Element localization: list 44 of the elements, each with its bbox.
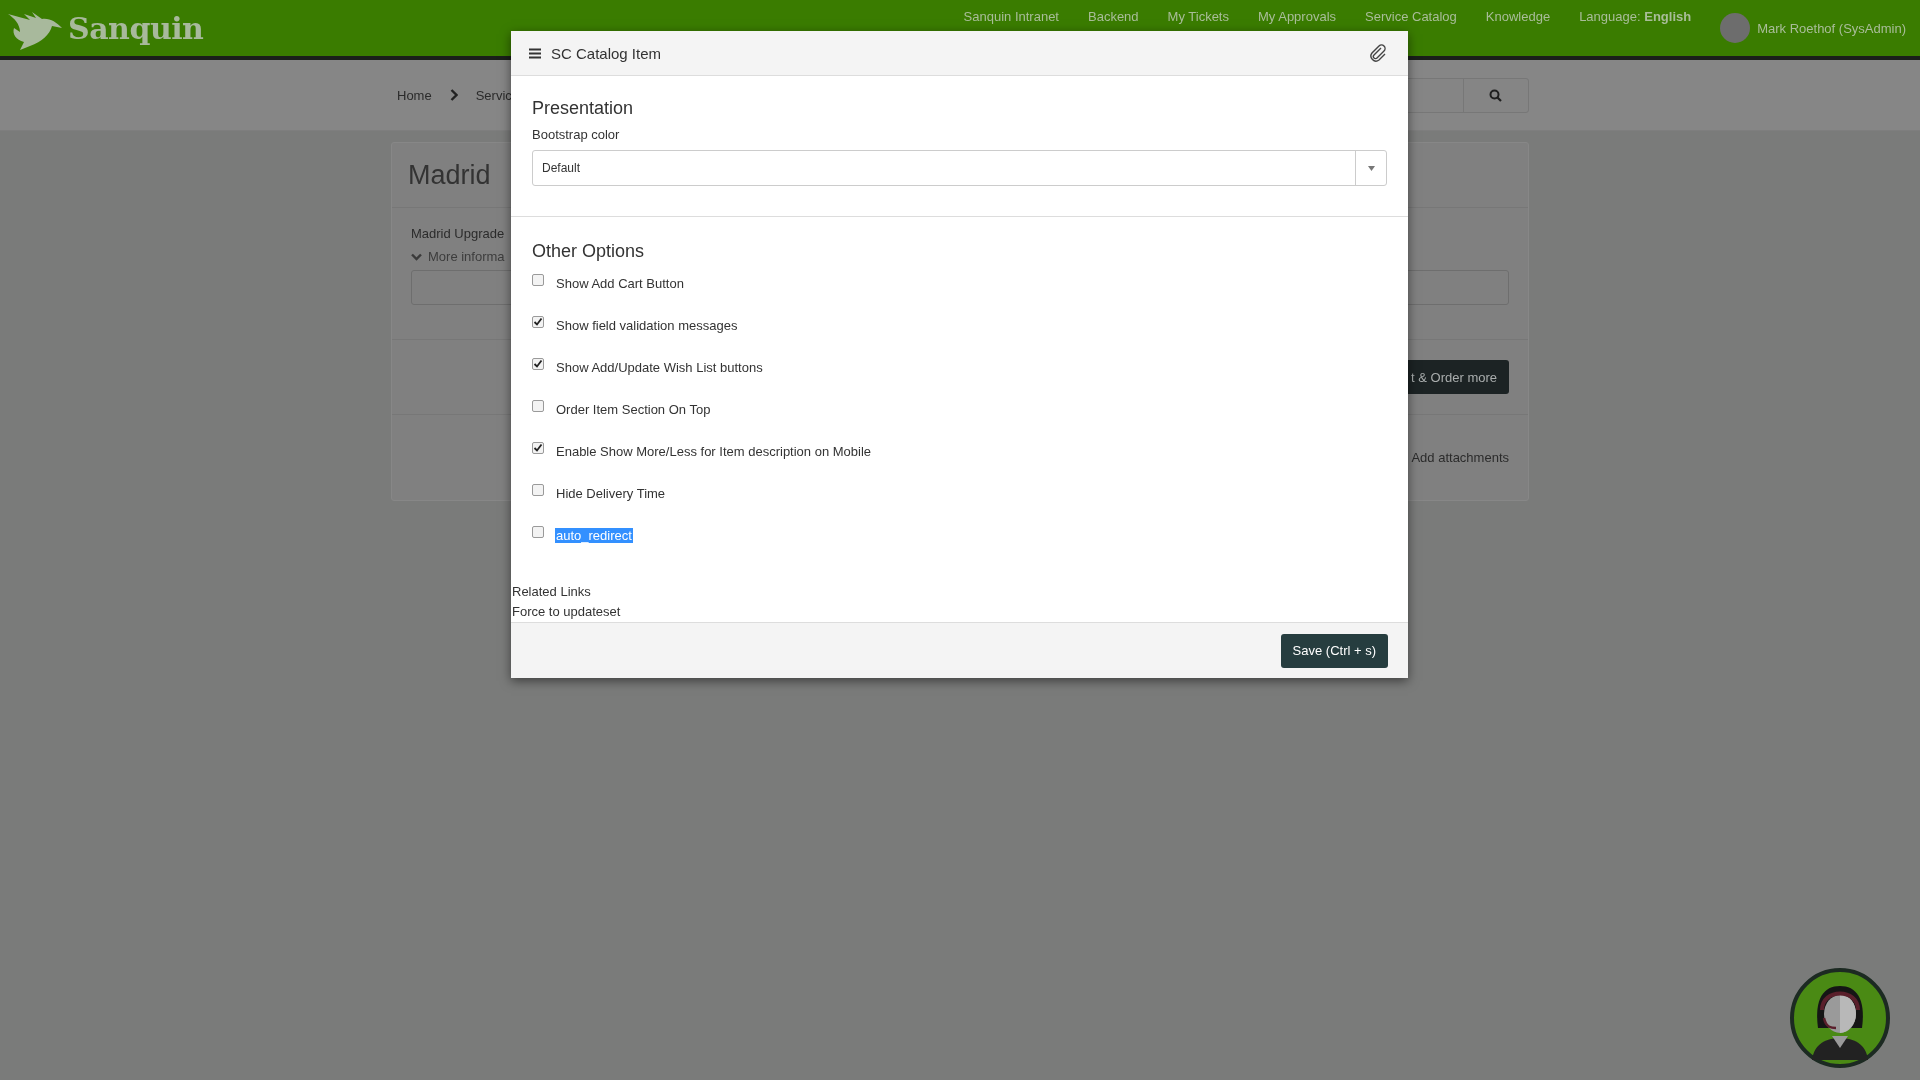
breadcrumb-link[interactable]: Home bbox=[397, 87, 432, 103]
option-label: auto_redirect bbox=[555, 527, 633, 543]
checkbox[interactable] bbox=[532, 526, 544, 538]
item-description: Madrid Upgrade bbox=[411, 226, 506, 241]
chevron-right-icon bbox=[449, 89, 458, 101]
option-label: Show Add/Update Wish List buttons bbox=[555, 359, 764, 375]
related-link[interactable]: Force to updateset bbox=[512, 602, 1407, 622]
nav-link[interactable]: Knowledge bbox=[1485, 0, 1551, 24]
menu-icon[interactable] bbox=[529, 47, 541, 59]
checkbox[interactable] bbox=[532, 316, 544, 328]
bootstrap-color-select[interactable]: Default bbox=[532, 150, 1387, 186]
option-label: Enable Show More/Less for Item description on Mobile bbox=[555, 443, 873, 459]
save-button[interactable]: Save (Ctrl + s) bbox=[1280, 633, 1388, 668]
checkbox[interactable] bbox=[532, 400, 544, 412]
item-title: Madrid bbox=[408, 159, 491, 191]
nav-link[interactable]: Language: English bbox=[1579, 0, 1692, 24]
related-links-heading: Related Links bbox=[512, 583, 592, 601]
modal-title: SC Catalog Item bbox=[551, 44, 663, 62]
checkbox[interactable] bbox=[532, 484, 544, 496]
checkbox[interactable] bbox=[532, 274, 544, 286]
nav-link[interactable]: Backend bbox=[1088, 0, 1139, 24]
option-label: Show field validation messages bbox=[555, 317, 739, 333]
checkbox[interactable] bbox=[532, 358, 544, 370]
support-agent-icon[interactable] bbox=[1790, 968, 1890, 1068]
option-label: Show Add Cart Button bbox=[555, 275, 685, 291]
checkbox[interactable] bbox=[532, 442, 544, 454]
search-icon[interactable] bbox=[1489, 88, 1503, 102]
section-heading: Presentation bbox=[532, 98, 635, 119]
field-label: Bootstrap color bbox=[532, 127, 621, 142]
nav-link[interactable]: My Tickets bbox=[1167, 0, 1229, 24]
nav-link[interactable]: Sanquin Intranet bbox=[963, 0, 1059, 24]
more-information-link[interactable]: More informa bbox=[428, 249, 505, 264]
option-label: Hide Delivery Time bbox=[555, 485, 667, 501]
breadcrumb-link[interactable]: Servic bbox=[475, 87, 512, 103]
user-menu-link[interactable]: Mark Roethof (SysAdmin) bbox=[1757, 20, 1906, 36]
option-label: Order Item Section On Top bbox=[555, 401, 712, 417]
paperclip-icon[interactable] bbox=[1368, 43, 1388, 63]
add-attachments-link[interactable]: Add attachments bbox=[1411, 450, 1509, 465]
nav-link[interactable]: My Approvals bbox=[1258, 0, 1337, 24]
dropdown-caret-icon[interactable] bbox=[1367, 165, 1375, 171]
section-heading: Other Options bbox=[532, 241, 646, 262]
logo-text[interactable]: Sanquin bbox=[68, 10, 204, 46]
chevron-down-icon[interactable] bbox=[411, 252, 422, 261]
nav-link[interactable]: Service Catalog bbox=[1365, 0, 1457, 24]
